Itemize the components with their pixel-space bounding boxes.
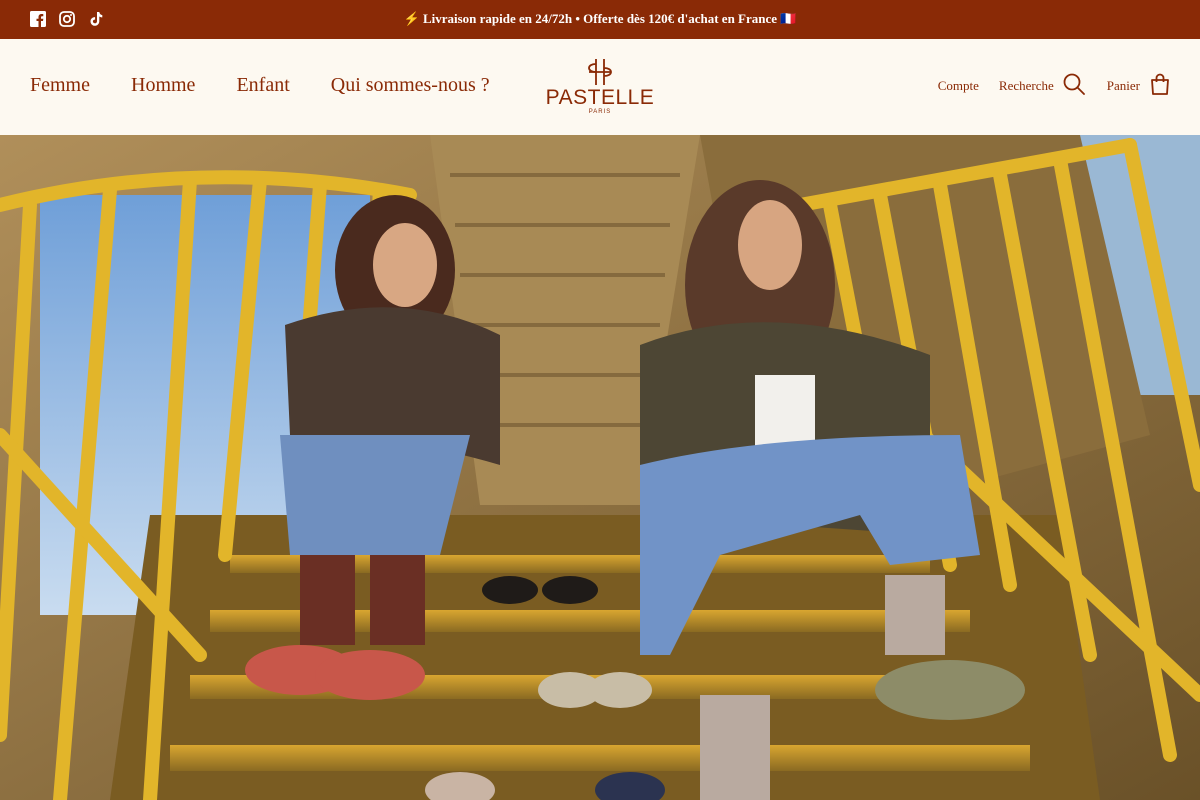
nav-item-about[interactable]: Qui sommes-nous ? [331,74,490,97]
account-link[interactable]: Compte [938,78,979,94]
header-actions: Compte Recherche Panier [938,73,1170,99]
logo-city-text: PARIS [588,109,612,115]
shopping-bag-icon[interactable] [1150,73,1170,99]
search-link[interactable]: Recherche [999,78,1054,94]
announcement-text: ⚡ Livraison rapide en 24/72h • Offerte d… [403,11,797,26]
main-nav: Femme Homme Enfant Qui sommes-nous ? [30,74,531,97]
nav-item-homme[interactable]: Homme [131,74,195,97]
logo-brand-text: PASTELLE [545,86,655,109]
hero-banner[interactable] [0,135,1200,800]
search-icon[interactable] [1063,73,1085,99]
cart-link[interactable]: Panier [1107,78,1140,94]
logo-monogram-icon [588,59,612,85]
nav-item-femme[interactable]: Femme [30,74,90,97]
brand-logo[interactable]: PASTELLE PARIS [539,58,661,116]
nav-item-enfant[interactable]: Enfant [236,74,289,97]
site-header: Femme Homme Enfant Qui sommes-nous ? PAS… [0,39,1200,135]
announcement-bar: ⚡ Livraison rapide en 24/72h • Offerte d… [0,0,1200,39]
hero-photo [0,135,1200,800]
